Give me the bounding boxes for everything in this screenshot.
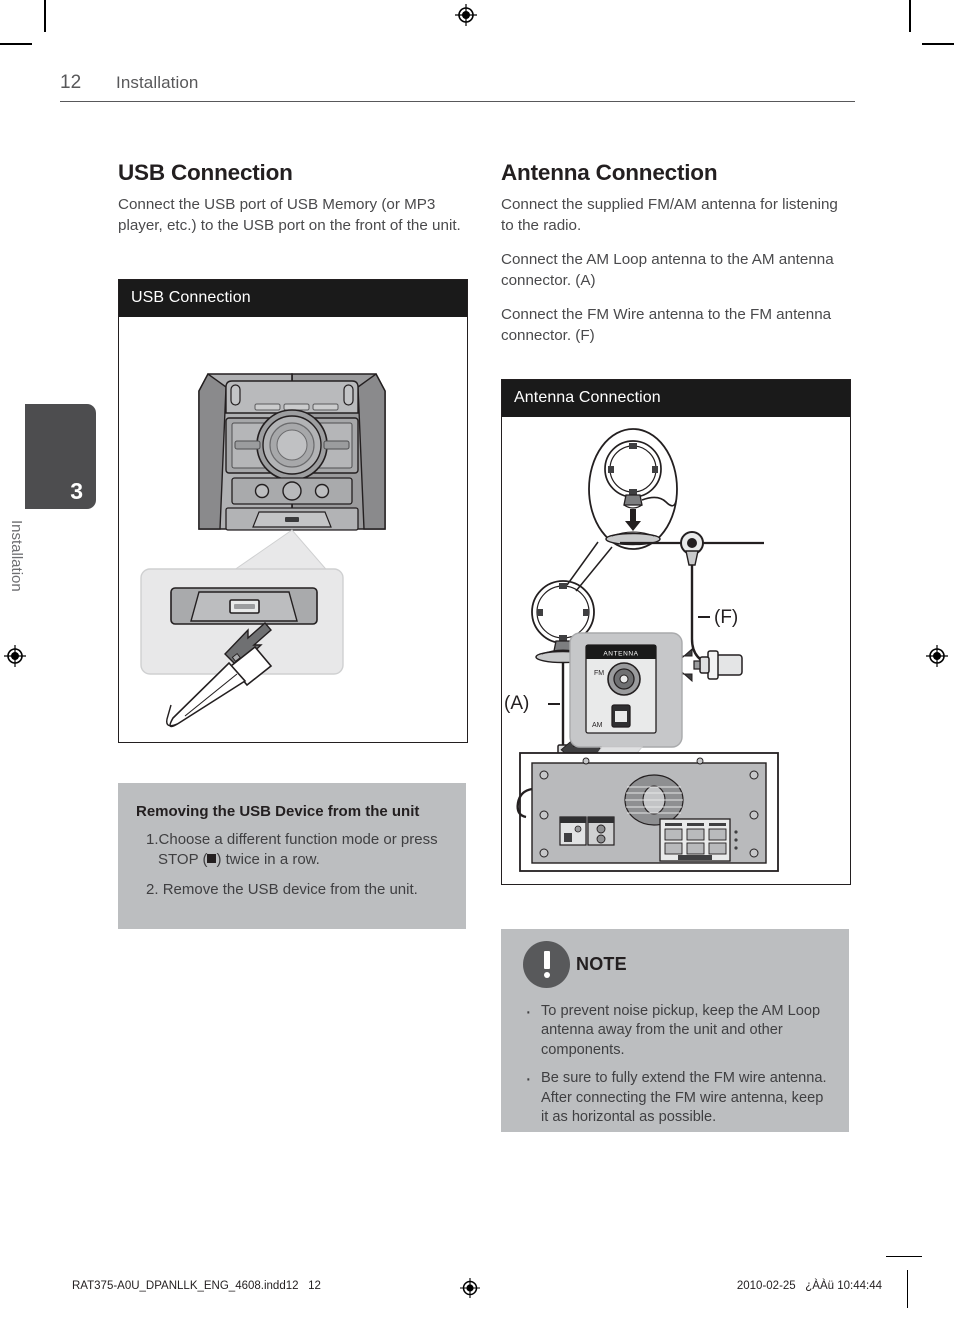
note-bullet: To prevent noise pickup, keep the AM Loo… <box>523 999 831 1060</box>
usb-port-on-unit <box>285 517 299 522</box>
antenna-figure-body: (A) (F) ANTENNA FM AM <box>502 417 850 877</box>
antenna-paragraph-1: Connect the supplied FM/AM antenna for l… <box>501 196 838 234</box>
usb-connection-paragraph: Connect the USB port of USB Memory (or M… <box>118 196 461 234</box>
footer-timestamp: 2010-02-25 ¿ÀÀü 10:44:44 <box>736 1280 882 1292</box>
usb-connection-figure: USB Connection <box>118 279 468 743</box>
usb-removal-step-1: 1.Choose a different function mode or pr… <box>146 830 450 870</box>
antenna-connection-heading: Antenna Connection <box>501 160 718 185</box>
usb-removal-step-2: 2. Remove the USB device from the unit. <box>146 880 450 900</box>
page-number: 12 <box>60 72 82 93</box>
note-box: NOTE To prevent noise pickup, keep the A… <box>501 929 849 1132</box>
chapter-number: 3 <box>70 478 83 504</box>
usb-removal-box: Removing the USB Device from the unit 1.… <box>118 783 466 929</box>
antenna-connection-figure: Antenna Connection (A) (F) ANTENNA FM AM <box>501 379 851 885</box>
panel-fm-label: FM <box>594 670 604 677</box>
usb-connection-illustration <box>140 372 386 728</box>
registration-mark-footer <box>460 1278 480 1298</box>
usb-connection-heading: USB Connection <box>118 160 293 185</box>
exclamation-circle-icon <box>523 941 570 988</box>
stop-square-icon <box>207 854 217 864</box>
crop-mark-top-right-h <box>922 43 954 45</box>
antenna-paragraph-2: Connect the AM Loop antenna to the AM an… <box>501 251 834 289</box>
label-am: (A) <box>504 693 529 714</box>
usb-removal-steps: 1.Choose a different function mode or pr… <box>118 830 466 899</box>
note-header: NOTE <box>501 929 849 988</box>
label-fm: (F) <box>714 607 738 628</box>
panel-am-label: AM <box>592 722 603 729</box>
step-2-text: Remove the USB device from the unit. <box>162 880 418 898</box>
panel-antenna-label: ANTENNA <box>603 651 638 658</box>
fm-coax-plug <box>693 650 743 680</box>
step-1-text-after: ) twice in a row. <box>216 850 320 868</box>
step-2-number: 2. <box>146 880 159 898</box>
unit-rear-panel <box>516 752 779 872</box>
footer-filename: RAT375-A0U_DPANLLK_ENG_4608.indd12 12 <box>72 1280 321 1292</box>
footer-crop-mark-v <box>907 1270 908 1308</box>
hifi-unit-front <box>198 372 386 531</box>
am-antenna-cable <box>561 662 571 753</box>
note-title: NOTE <box>576 954 627 974</box>
antenna-connection-illustration: (A) (F) ANTENNA FM AM <box>504 428 779 872</box>
footer-crop-mark-h <box>886 1256 922 1257</box>
left-column: USB Connection Connect the USB port of U… <box>118 160 468 236</box>
page-header: 12 Installation <box>60 72 855 102</box>
antenna-figure-caption: Antenna Connection <box>502 380 850 417</box>
note-bullet: Be sure to fully extend the FM wire ante… <box>523 1066 831 1127</box>
registration-mark-right <box>926 645 948 667</box>
antenna-connector-panel-callout: ANTENNA FM AM <box>569 632 683 748</box>
crop-mark-top-right-v <box>909 0 911 32</box>
usb-removal-title: Removing the USB Device from the unit <box>136 803 420 820</box>
manual-page: 12 Installation 3 Installation USB Conne… <box>0 0 954 1318</box>
registration-mark-top <box>455 4 477 26</box>
usb-figure-caption: USB Connection <box>119 280 467 317</box>
antenna-paragraph-3: Connect the FM Wire antenna to the FM an… <box>501 306 832 344</box>
crop-mark-top-left-v <box>44 0 46 32</box>
chapter-tab-label: Installation <box>8 520 25 592</box>
page-footer: RAT375-A0U_DPANLLK_ENG_4608.indd12 12 20… <box>0 1256 954 1310</box>
running-head: Installation <box>116 73 199 92</box>
am-loop-mount-callout <box>588 428 678 550</box>
note-bullet-list: To prevent noise pickup, keep the AM Loo… <box>501 999 849 1127</box>
right-column: Antenna Connection Connect the supplied … <box>501 160 851 346</box>
header-divider <box>60 101 855 102</box>
registration-mark-left <box>4 645 26 667</box>
step-1-number: 1. <box>146 831 159 848</box>
chapter-tab: 3 <box>25 404 96 509</box>
crop-mark-top-left-h <box>0 43 32 45</box>
usb-figure-body <box>119 317 467 735</box>
